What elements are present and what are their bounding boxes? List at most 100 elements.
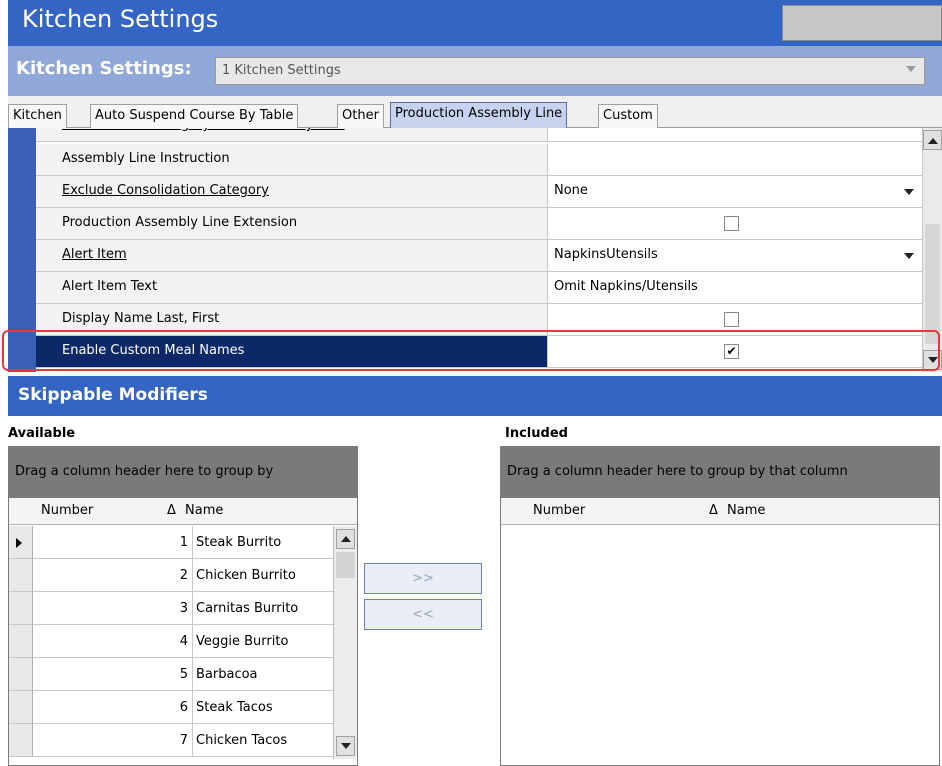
included-grid: Drag a column header here to group by th… bbox=[500, 446, 940, 766]
property-row-alert-item-text[interactable]: Alert Item Text Omit Napkins/Utensils bbox=[36, 272, 922, 304]
property-value-cell bbox=[548, 208, 922, 239]
available-grid: Drag a column header here to group by Nu… bbox=[8, 446, 358, 766]
available-label: Available bbox=[8, 426, 76, 441]
scroll-down-icon[interactable] bbox=[336, 736, 355, 756]
chevron-down-icon[interactable] bbox=[904, 253, 914, 259]
row-name: Chicken Burrito bbox=[196, 568, 296, 583]
row-number: 5 bbox=[179, 667, 188, 682]
scroll-down-icon[interactable] bbox=[923, 350, 942, 370]
table-row[interactable]: 6 Steak Tacos bbox=[33, 691, 333, 724]
chevron-down-icon[interactable] bbox=[904, 189, 914, 195]
included-label: Included bbox=[505, 426, 568, 441]
row-name: Chicken Tacos bbox=[196, 733, 288, 748]
row-indicator bbox=[9, 658, 33, 691]
row-indicator bbox=[9, 625, 33, 658]
chevron-down-icon[interactable] bbox=[906, 66, 916, 72]
settings-selector-label: Kitchen Settings: bbox=[16, 58, 192, 79]
table-row[interactable]: 7 Chicken Tacos bbox=[33, 724, 333, 757]
property-grid: Exclude Item Category From Assembly Line… bbox=[8, 128, 942, 372]
property-value-cell: ✔ bbox=[548, 336, 922, 367]
scrollbar-thumb[interactable] bbox=[925, 224, 940, 344]
scrollbar-thumb[interactable] bbox=[336, 552, 355, 578]
table-row[interactable]: 5 Barbacoa bbox=[33, 658, 333, 691]
row-name: Carnitas Burrito bbox=[196, 601, 299, 616]
checkbox[interactable] bbox=[724, 216, 739, 231]
property-row-production-assembly-line-extension[interactable]: Production Assembly Line Extension bbox=[36, 208, 922, 240]
sort-icon: Δ bbox=[167, 503, 176, 518]
group-by-area[interactable]: Drag a column header here to group by bbox=[9, 447, 357, 498]
group-by-area[interactable]: Drag a column header here to group by th… bbox=[501, 447, 939, 498]
tab-auto-suspend-course-by-table[interactable]: Auto Suspend Course By Table bbox=[90, 104, 299, 128]
property-name: Assembly Line Instruction bbox=[36, 144, 548, 175]
row-name: Barbacoa bbox=[196, 667, 258, 682]
row-indicator bbox=[9, 559, 33, 592]
section-title: Skippable Modifiers bbox=[18, 385, 208, 405]
property-value: None bbox=[554, 183, 588, 198]
scroll-up-icon[interactable] bbox=[336, 529, 355, 549]
property-row-exclude-consolidation-category[interactable]: Exclude Consolidation Category None bbox=[36, 176, 922, 208]
property-row-display-name-last-first[interactable]: Display Name Last, First bbox=[36, 304, 922, 336]
settings-selector-value: 1 Kitchen Settings bbox=[222, 63, 341, 78]
available-scrollbar[interactable] bbox=[333, 526, 357, 759]
settings-selector-combo[interactable]: 1 Kitchen Settings bbox=[215, 57, 925, 85]
property-row-enable-custom-meal-names[interactable]: Enable Custom Meal Names ✔ bbox=[36, 336, 922, 368]
column-header-number[interactable]: Number bbox=[533, 503, 585, 518]
property-value-input[interactable]: Omit Napkins/Utensils bbox=[548, 272, 922, 303]
column-header-row: Number Δ Name bbox=[9, 498, 357, 525]
tab-custom[interactable]: Custom bbox=[598, 104, 658, 128]
property-value-dropdown[interactable]: NapkinsUtensils bbox=[548, 240, 922, 271]
column-header-number[interactable]: Number bbox=[41, 503, 93, 518]
row-name: Veggie Burrito bbox=[196, 634, 289, 649]
property-row-partial[interactable]: Exclude Item Category From Assembly Line… bbox=[36, 128, 922, 142]
column-header-name[interactable]: Name bbox=[727, 503, 765, 518]
table-row[interactable]: 2 Chicken Burrito bbox=[33, 559, 333, 592]
property-name: Exclude Consolidation Category bbox=[36, 176, 548, 207]
tab-kitchen[interactable]: Kitchen bbox=[8, 104, 67, 128]
window-title: Kitchen Settings bbox=[22, 5, 219, 33]
property-row-alert-item[interactable]: Alert Item NapkinsUtensils bbox=[36, 240, 922, 272]
sort-icon: Δ bbox=[709, 503, 718, 518]
row-indicator bbox=[9, 526, 33, 559]
property-value: None bbox=[548, 128, 922, 141]
table-row[interactable]: 1 Steak Burrito bbox=[33, 526, 333, 559]
row-name: Steak Burrito bbox=[196, 535, 282, 550]
row-number: 3 bbox=[179, 601, 188, 616]
row-number: 2 bbox=[179, 568, 188, 583]
table-row[interactable]: 4 Veggie Burrito bbox=[33, 625, 333, 658]
tab-production-assembly-line[interactable]: Production Assembly Line bbox=[390, 102, 568, 128]
title-bar-control[interactable] bbox=[782, 5, 942, 41]
scroll-up-icon[interactable] bbox=[923, 130, 942, 150]
property-value-input[interactable] bbox=[548, 144, 922, 175]
property-grid-scrollbar[interactable] bbox=[922, 128, 942, 372]
row-indicator bbox=[9, 691, 33, 724]
current-row-icon bbox=[16, 538, 22, 548]
property-name: Enable Custom Meal Names bbox=[36, 336, 548, 367]
property-value: NapkinsUtensils bbox=[554, 247, 658, 262]
column-header-row: Number Δ Name bbox=[501, 498, 939, 525]
property-name: Alert Item bbox=[36, 240, 548, 271]
property-name: Exclude Item Category From Assembly Line bbox=[36, 128, 548, 141]
property-row-assembly-line-instruction[interactable]: Assembly Line Instruction bbox=[36, 144, 922, 176]
property-grid-margin bbox=[8, 128, 36, 372]
row-number: 6 bbox=[179, 700, 188, 715]
table-row[interactable]: 3 Carnitas Burrito bbox=[33, 592, 333, 625]
row-indicator bbox=[9, 592, 33, 625]
tab-strip: Kitchen Auto Suspend Course By Table Oth… bbox=[8, 96, 942, 128]
column-header-name[interactable]: Name bbox=[185, 503, 223, 518]
checkbox[interactable] bbox=[724, 312, 739, 327]
property-name: Display Name Last, First bbox=[36, 304, 548, 335]
row-number: 4 bbox=[179, 634, 188, 649]
section-header: Skippable Modifiers bbox=[8, 376, 942, 416]
property-value-cell bbox=[548, 304, 922, 335]
property-value-dropdown[interactable]: None bbox=[548, 176, 922, 207]
add-button[interactable]: >> bbox=[364, 563, 482, 594]
row-number: 7 bbox=[179, 733, 188, 748]
remove-button[interactable]: << bbox=[364, 599, 482, 630]
window-title-bar: Kitchen Settings bbox=[8, 0, 942, 46]
row-name: Steak Tacos bbox=[196, 700, 273, 715]
checkbox-checked[interactable]: ✔ bbox=[724, 344, 739, 359]
row-indicator bbox=[9, 724, 33, 757]
property-name: Production Assembly Line Extension bbox=[36, 208, 548, 239]
tab-other[interactable]: Other bbox=[337, 104, 384, 128]
property-name: Alert Item Text bbox=[36, 272, 548, 303]
